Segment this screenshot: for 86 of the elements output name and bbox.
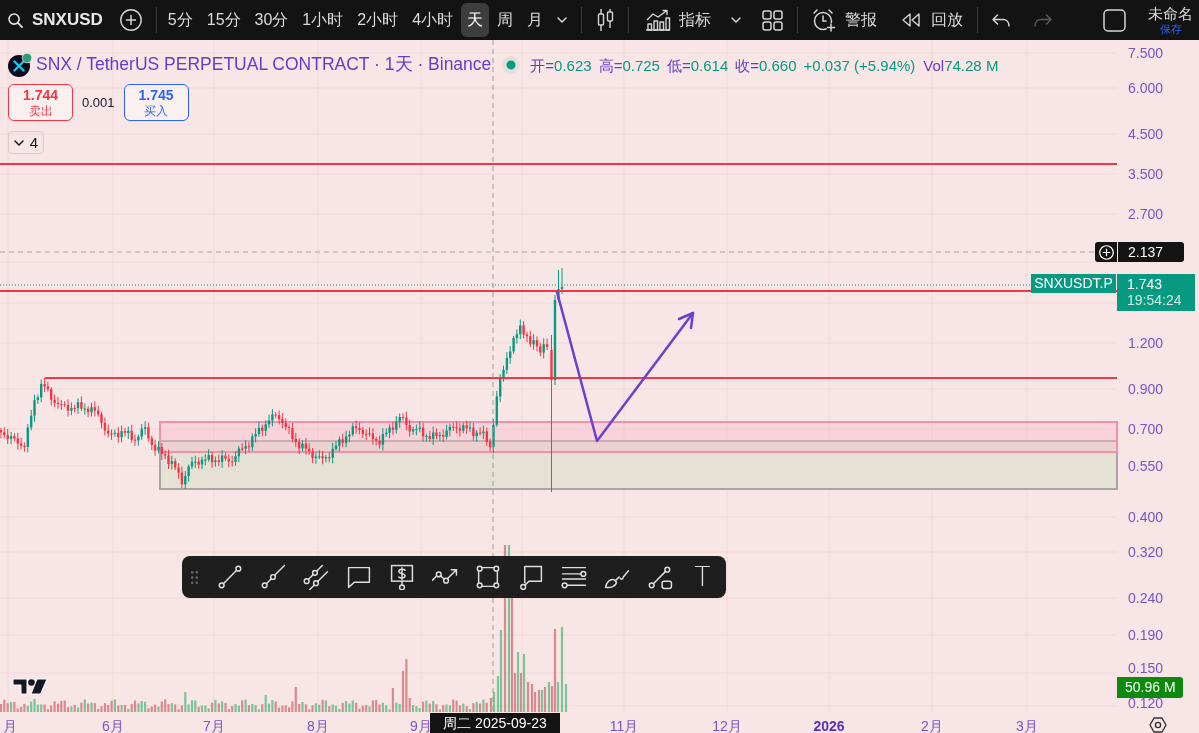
change-value: +0.037 (+5.94%): [803, 57, 916, 73]
indicators-button[interactable]: 指标: [645, 8, 712, 32]
time-axis-label: 8月: [307, 717, 329, 733]
price-axis-label: 4.500: [1128, 126, 1164, 142]
time-axis-label: 11月: [609, 717, 639, 733]
ray-icon[interactable]: [259, 564, 286, 590]
rewind-icon[interactable]: [902, 13, 921, 27]
time-axis-label: 9月: [410, 717, 432, 733]
trend-line-icon[interactable]: [216, 564, 243, 590]
time-axis-label: 6月: [102, 717, 124, 733]
ohlc-label: 开=: [530, 57, 555, 73]
time-axis-label: 2月: [921, 717, 943, 733]
interval-tab[interactable]: 15分: [200, 3, 247, 37]
price-axis-label: 0.320: [1128, 544, 1164, 560]
alerts-button[interactable]: 警报: [812, 8, 878, 32]
interval-tab[interactable]: 5分: [161, 3, 199, 37]
search-icon[interactable]: [8, 12, 23, 28]
coin-icon: [8, 53, 32, 77]
speech-bubble-icon[interactable]: [345, 564, 372, 590]
crosshair-date-label: 周二 2025-09-23: [430, 713, 560, 733]
layout-name-button[interactable]: 未命名: [1148, 5, 1193, 21]
price-axis-label: 1.200: [1128, 335, 1164, 351]
spread-value: 0.001: [82, 93, 115, 112]
indicators-toggle-button[interactable]: 4: [8, 131, 44, 154]
price-axis-label: 0.900: [1128, 381, 1164, 397]
legend-title: SNX / TetherUS PERPETUAL CONTRACT · 1天 · Binance: [36, 56, 492, 74]
interval-tab[interactable]: 30分: [248, 3, 295, 37]
save-button[interactable]: 保存: [1159, 23, 1182, 35]
logo-icon: [12, 678, 48, 695]
square-icon[interactable]: [1103, 8, 1126, 32]
time-axis-label: 月: [3, 717, 17, 733]
interval-tab[interactable]: 月: [521, 3, 550, 37]
price-axis-label: 0.120: [1128, 695, 1164, 711]
price-axis-label: 0.400: [1128, 509, 1164, 525]
price-axis-label: 2.700: [1128, 206, 1164, 222]
last-price-value: 1.743: [1127, 276, 1164, 292]
candlestick-icon[interactable]: [597, 8, 615, 32]
interval-tab[interactable]: 1小时: [296, 3, 350, 37]
price-axis-label: 6.000: [1128, 80, 1164, 96]
alarm-clock-icon[interactable]: [812, 8, 837, 32]
chevron-down-icon[interactable]: [13, 139, 24, 146]
interval-tab[interactable]: 2小时: [351, 3, 405, 37]
rectangle-icon[interactable]: [474, 564, 501, 590]
time-axis-label: 3月: [1016, 717, 1038, 733]
sell-button[interactable]: 1.744 卖出: [8, 84, 73, 121]
ohlc-value: 0.660: [759, 57, 797, 73]
buy-button[interactable]: 1.745 买入: [123, 84, 189, 121]
drag-handle-icon[interactable]: [191, 570, 198, 584]
price-axis-label: 0.190: [1128, 627, 1164, 643]
text-tool-button[interactable]: T: [681, 559, 724, 595]
time-axis-label: 2026: [813, 717, 845, 733]
symbol-search-button[interactable]: SNXUSD: [7, 4, 104, 36]
interval-tab[interactable]: 4小时: [406, 3, 460, 37]
ohlc-value: 0.725: [622, 57, 660, 73]
countdown-timer: 19:54:24: [1127, 292, 1183, 308]
price-axis-label: 3.500: [1128, 166, 1164, 182]
settings-icon[interactable]: [1149, 717, 1167, 733]
symbol-tag: SNXUSDT.P: [1031, 274, 1116, 293]
horizontal-lines-icon[interactable]: [560, 564, 587, 590]
plus-circle-icon[interactable]: [119, 9, 142, 31]
crosshair-price-label: 2.137: [1118, 242, 1184, 262]
replay-button[interactable]: 回放: [902, 8, 964, 32]
ohlc-label: 收=: [735, 57, 759, 73]
volume-label: Vol: [923, 57, 945, 73]
ohlc-label: 高=: [598, 57, 623, 73]
time-axis-label: 7月: [203, 717, 225, 733]
price-axis-label: 0.550: [1128, 458, 1164, 474]
ohlc-label: 低=: [666, 57, 691, 73]
undo-icon[interactable]: [992, 13, 1011, 27]
callout-icon[interactable]: [517, 564, 544, 590]
price-axis-label: 7.500: [1128, 45, 1164, 61]
parallel-lines-icon[interactable]: [302, 564, 329, 590]
interval-tab[interactable]: 天: [461, 3, 490, 37]
volume-value: 74.28 M: [944, 57, 999, 73]
price-label-icon[interactable]: [388, 564, 415, 590]
price-axis-label: 0.240: [1128, 590, 1164, 606]
volume-tag: 50.96 M: [1117, 677, 1183, 698]
ohlc-value: 0.623: [554, 57, 592, 73]
grid-icon[interactable]: [762, 9, 784, 31]
time-axis-label: 12月: [712, 717, 742, 733]
ohlc-value: 0.614: [690, 57, 729, 73]
price-axis-label: 0.150: [1128, 660, 1164, 676]
chart-icon[interactable]: [645, 9, 672, 31]
price-axis-label: 0.700: [1128, 421, 1164, 437]
interval-tab[interactable]: 周: [491, 3, 520, 37]
line-rectangle-icon[interactable]: [646, 564, 673, 590]
